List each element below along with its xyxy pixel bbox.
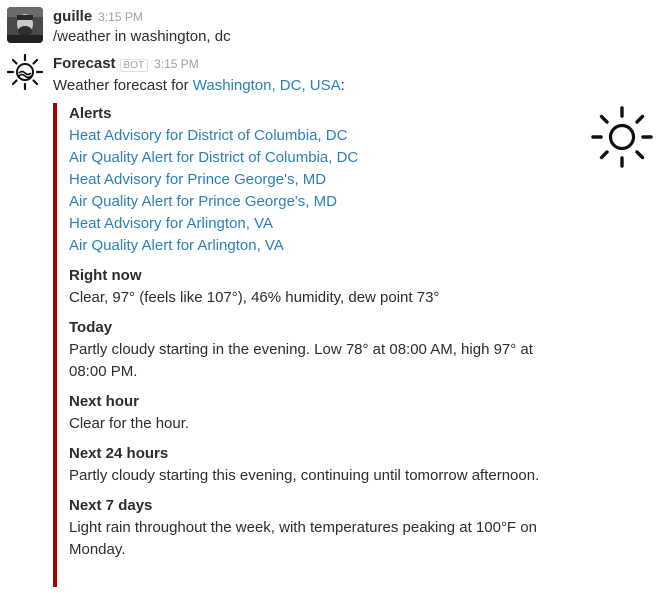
author-name[interactable]: guille 3:15 PM [53,8,143,25]
location-link[interactable]: Washington, DC, USA [193,77,341,94]
bot-name[interactable]: Forecast BOT 3:15 PM [53,55,199,72]
section-text: Light rain throughout the week, with tem… [69,519,537,558]
alert-link[interactable]: Heat Advisory for District of Columbia, … [69,127,347,144]
section-title: Next 7 days [69,497,153,514]
timestamp[interactable]: 3:15 PM [98,10,143,24]
alert-link[interactable]: Air Quality Alert for Arlington, VA [69,237,284,254]
alerts-section: Alerts Heat Advisory for District of Col… [69,103,549,257]
section-title: Next hour [69,393,140,410]
section-title: Next 24 hours [69,445,169,462]
timestamp[interactable]: 3:15 PM [154,57,199,71]
alert-link[interactable]: Heat Advisory for Arlington, VA [69,215,273,232]
alerts-title: Alerts [69,105,112,122]
alert-link[interactable]: Air Quality Alert for Prince George's, M… [69,193,337,210]
author-name-text[interactable]: guille [53,8,92,25]
forecast-intro: Weather forecast for Washington, DC, USA… [53,76,345,96]
section-text: Partly cloudy starting this evening, con… [69,467,540,484]
section-text: Clear, 97° (feels like 107°), 46% humidi… [69,289,440,306]
alert-link[interactable]: Heat Advisory for Prince George's, MD [69,171,326,188]
alert-link[interactable]: Air Quality Alert for District of Columb… [69,149,358,166]
today-section: Today Partly cloudy starting in the even… [69,317,549,383]
user-avatar[interactable] [7,7,43,43]
section-title: Today [69,319,113,336]
forecast-logo-icon [7,54,43,90]
message-text: /weather in washington, dc [53,28,231,45]
bot-name-text[interactable]: Forecast [53,55,116,72]
section-text: Clear for the hour. [69,415,190,432]
intro-suffix: : [340,77,345,94]
section-title: Right now [69,267,142,284]
intro-prefix: Weather forecast for [53,77,193,94]
next-hour-section: Next hour Clear for the hour. [69,391,549,435]
next-7-days-section: Next 7 days Light rain throughout the we… [69,495,549,561]
bot-avatar[interactable] [7,54,43,90]
sun-icon [591,106,653,168]
section-text: Partly cloudy starting in the evening. L… [69,341,533,380]
right-now-section: Right now Clear, 97° (feels like 107°), … [69,265,549,309]
forecast-attachment: Alerts Heat Advisory for District of Col… [53,103,549,587]
bot-badge: BOT [119,59,149,72]
alerts-list: Heat Advisory for District of Columbia, … [69,125,549,257]
avatar-photo-icon [7,7,43,43]
next-24-hours-section: Next 24 hours Partly cloudy starting thi… [69,443,549,487]
